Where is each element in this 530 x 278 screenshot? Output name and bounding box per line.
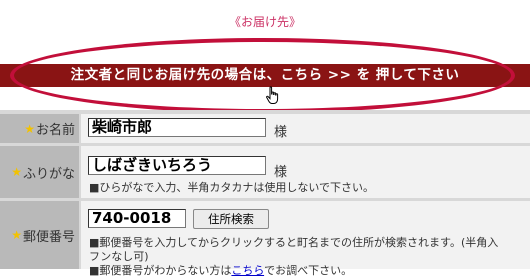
furigana-label: ふりがな <box>22 166 75 182</box>
postal-note-1: ■郵便番号を入力してからクリックすると町名までの住所が検索されます。(半角入 <box>89 236 499 249</box>
name-label-cell: ★ お名前 <box>0 114 79 143</box>
name-label: お名前 <box>35 123 75 138</box>
furigana-label-cell: ★ ふりがな <box>0 146 79 198</box>
hand-pointer-icon <box>266 86 279 104</box>
name-value-cell: 柴崎市郎 様 <box>81 114 530 143</box>
postal-note-3-post: でお調べ下さい。 <box>264 264 353 277</box>
postal-code-input[interactable]: 740-0018 <box>88 209 186 228</box>
furigana-value-cell: しばざきいちろう 様 ■ひらがなで入力、半角カタカナは使用しないで下さい。 <box>81 146 530 198</box>
postal-value-cell: 740-0018 住所検索 ■郵便番号を入力してからクリックすると町名までの住所… <box>81 201 530 277</box>
postal-label-cell: ★ 郵便番号 <box>0 201 79 269</box>
name-row: ★ お名前 柴崎市郎 様 <box>0 114 530 143</box>
furigana-input[interactable]: しばざきいちろう <box>88 156 266 175</box>
page-title: 《お届け先》 <box>228 15 301 29</box>
postal-label: 郵便番号 <box>22 229 75 245</box>
star-icon: ★ <box>11 165 22 179</box>
address-search-button[interactable]: 住所検索 <box>193 209 269 229</box>
postal-note-3-pre: ■郵便番号がわからない方は <box>89 264 232 277</box>
furigana-note: ■ひらがなで入力、半角カタカナは使用しないで下さい。 <box>89 181 375 194</box>
postal-note-3: ■郵便番号がわからない方はこちらでお調べ下さい。 <box>89 262 352 278</box>
delivery-form: ★ お名前 柴崎市郎 様 ★ ふりがな しばざきいちろう 様 ■ひらがなで入力、… <box>0 110 530 277</box>
name-suffix: 様 <box>274 125 288 140</box>
postal-row: ★ 郵便番号 740-0018 住所検索 ■郵便番号を入力してからクリックすると… <box>0 201 530 277</box>
star-icon: ★ <box>11 228 22 242</box>
postal-lookup-link[interactable]: こちら <box>231 264 264 277</box>
star-icon: ★ <box>24 121 35 136</box>
name-input[interactable]: 柴崎市郎 <box>88 118 266 137</box>
furigana-row: ★ ふりがな しばざきいちろう 様 ■ひらがなで入力、半角カタカナは使用しないで… <box>0 146 530 198</box>
same-as-orderer-button[interactable]: 注文者と同じお届け先の場合は、こちら >> を 押して下さい <box>0 64 530 87</box>
furigana-suffix: 様 <box>274 165 288 180</box>
